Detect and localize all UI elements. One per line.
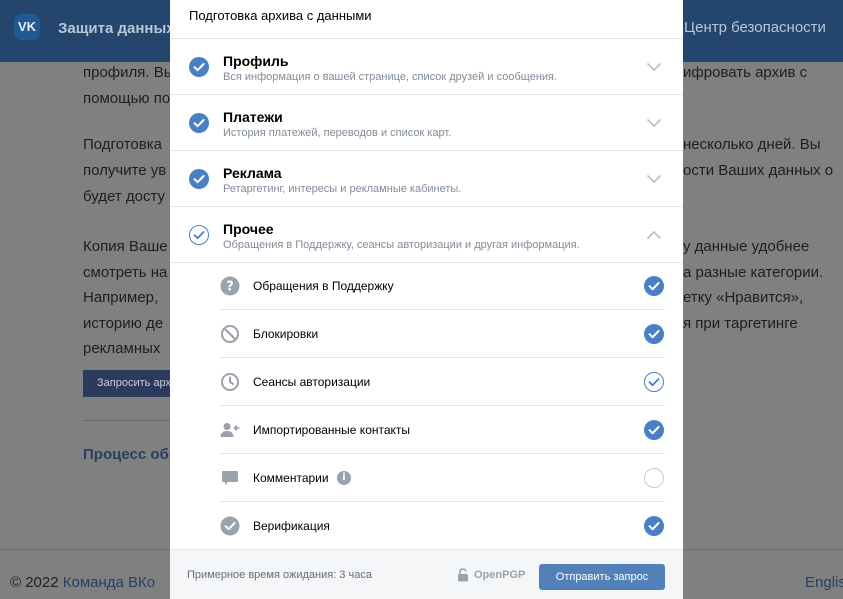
check-icon <box>648 330 660 339</box>
checkbox-checked[interactable] <box>644 276 664 296</box>
archive-modal: Подготовка архива с данными Профиль Вся … <box>170 0 683 599</box>
subitem-label: Импортированные контакты <box>253 423 411 437</box>
checkbox-checked[interactable] <box>189 57 209 77</box>
check-icon <box>648 522 660 531</box>
section-subtitle: Вся информация о вашей странице, список … <box>223 71 558 83</box>
checkbox-checked[interactable] <box>644 420 664 440</box>
security-center-link[interactable]: Центр безопасности <box>684 19 826 36</box>
chevron-up-icon[interactable] <box>646 230 662 240</box>
section-subtitle: История платежей, переводов и список кар… <box>223 127 452 139</box>
openpgp-toggle[interactable]: OpenPGP <box>474 569 525 581</box>
section-other[interactable]: Прочее Обращения в Поддержку, сеансы авт… <box>170 207 683 263</box>
check-icon <box>193 175 205 184</box>
chevron-down-icon[interactable] <box>646 62 662 72</box>
subitem-sessions[interactable]: Сеансы авторизации <box>219 358 665 406</box>
user-import-icon <box>220 423 240 437</box>
check-icon <box>193 119 205 128</box>
checkbox-checked[interactable] <box>189 113 209 133</box>
bg-text-line: получите ув <box>83 162 167 179</box>
info-icon[interactable]: i <box>337 471 351 485</box>
bg-text-line: Копия Ваше <box>83 238 168 255</box>
bg-text-line: етку «Нравится», <box>683 289 804 306</box>
svg-text:?: ? <box>226 280 234 295</box>
bg-text-line: профиля. Вы <box>83 64 175 81</box>
bg-text-line: я при таргетинге <box>683 315 798 332</box>
bg-text-line: ифровать архив с <box>683 64 808 81</box>
bg-text-line: будет досту <box>83 188 166 205</box>
question-icon: ? <box>220 276 240 296</box>
checkbox-partial[interactable] <box>644 372 664 392</box>
section-profile[interactable]: Профиль Вся информация о вашей странице,… <box>170 39 683 95</box>
subitem-imported-contacts[interactable]: Импортированные контакты <box>219 406 665 454</box>
bg-text-line: рекламных <box>83 340 161 357</box>
footer-copyright: © 2022 Команда ВКо <box>10 574 155 591</box>
bg-text-line: ости Ваших данных о <box>683 162 834 179</box>
check-icon <box>193 63 205 72</box>
bg-text-line: смотреть на <box>83 264 168 281</box>
section-payments[interactable]: Платежи История платежей, переводов и сп… <box>170 95 683 151</box>
check-icon <box>193 230 204 239</box>
copyright-text: © 2022 <box>10 574 63 591</box>
checkbox-partial[interactable] <box>189 225 209 245</box>
subitem-blocks[interactable]: Блокировки <box>219 310 665 358</box>
bg-text-line: а разные категории. <box>683 264 824 281</box>
process-link[interactable]: Процесс обр <box>83 446 171 463</box>
comment-icon <box>222 471 238 485</box>
clock-icon <box>221 373 239 391</box>
modal-title: Подготовка архива с данными <box>189 8 372 23</box>
check-icon <box>648 282 660 291</box>
check-icon <box>648 377 659 386</box>
chevron-down-icon[interactable] <box>646 174 662 184</box>
section-subtitle: Обращения в Поддержку, сеансы авторизаци… <box>223 239 580 251</box>
chevron-down-icon[interactable] <box>646 118 662 128</box>
modal-footer: Примерное время ожидания: 3 часа OpenPGP… <box>170 549 683 599</box>
bg-text-line: Например, <box>83 289 159 306</box>
bg-text-line: историю де <box>83 315 164 332</box>
section-subtitle: Ретаргетинг, интересы и рекламные кабине… <box>223 183 462 195</box>
subitem-label: Верификация <box>253 519 330 533</box>
block-icon <box>221 325 239 343</box>
lock-icon <box>458 568 468 582</box>
subitem-comments[interactable]: Комментарии i <box>219 454 665 502</box>
checkbox-checked[interactable] <box>644 324 664 344</box>
checkbox-checked[interactable] <box>644 516 664 536</box>
subitem-verification[interactable]: Верификация <box>219 502 665 550</box>
section-ads[interactable]: Реклама Ретаргетинг, интересы и рекламны… <box>170 151 683 207</box>
modal-header: Подготовка архива с данными <box>170 0 683 39</box>
wait-time-text: Примерное время ожидания: 3 часа <box>187 569 372 581</box>
subitem-label: Комментарии <box>253 471 329 485</box>
bg-text-line: помощью по <box>83 90 171 107</box>
section-title: Платежи <box>223 109 283 125</box>
language-link[interactable]: Englis <box>805 574 843 591</box>
subitem-label: Сеансы авторизации <box>253 375 371 389</box>
checkbox-empty[interactable] <box>644 468 664 488</box>
check-icon <box>648 426 660 435</box>
section-title: Реклама <box>223 165 282 181</box>
vk-logo[interactable]: VK <box>14 14 40 40</box>
subitem-support[interactable]: ? Обращения в Поддержку <box>219 262 665 310</box>
bg-text-line: у данные удобнее <box>683 238 810 255</box>
section-title: Профиль <box>223 53 289 69</box>
divider <box>83 420 171 421</box>
subitem-label: Блокировки <box>253 327 319 341</box>
submit-request-button[interactable]: Отправить запрос <box>539 564 665 590</box>
header-title[interactable]: Защита данных <box>58 20 175 37</box>
company-link[interactable]: Команда ВКо <box>63 574 155 591</box>
verified-icon <box>220 516 240 536</box>
subitem-label: Обращения в Поддержку <box>253 279 394 293</box>
checkbox-checked[interactable] <box>189 169 209 189</box>
section-title: Прочее <box>223 221 274 237</box>
bg-text-line: Подготовка <box>83 136 162 153</box>
bg-text-line: несколько дней. Вы <box>683 136 821 153</box>
